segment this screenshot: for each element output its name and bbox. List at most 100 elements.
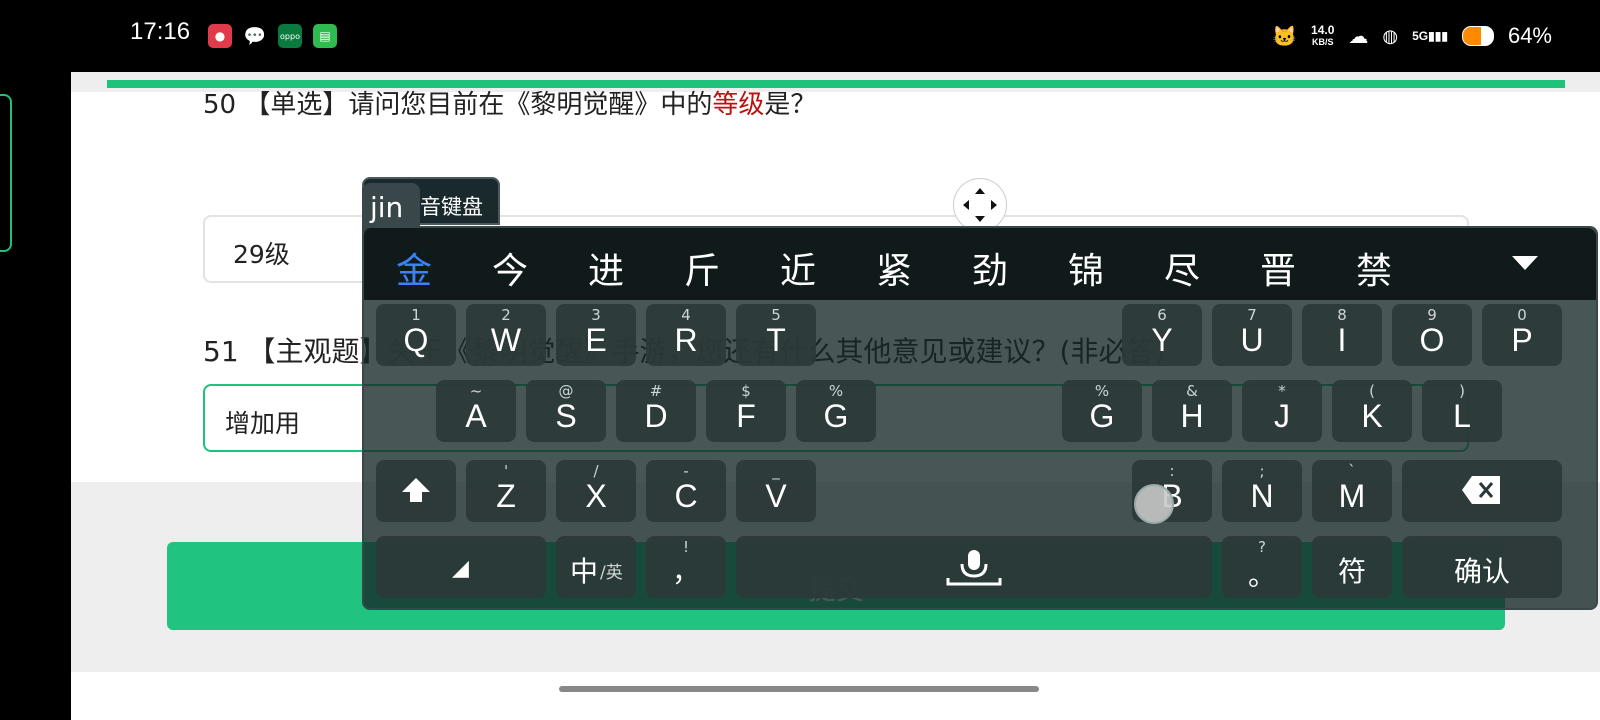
candidate-2[interactable]: 今 xyxy=(492,242,528,294)
key-x[interactable]: / X xyxy=(556,460,636,522)
net-speed: 14.0 KB/S xyxy=(1311,23,1335,47)
key-main-label: J xyxy=(1274,398,1290,434)
expand-candidates-icon[interactable] xyxy=(1510,254,1540,276)
home-indicator[interactable] xyxy=(559,686,1039,692)
key-main-label: R xyxy=(674,322,698,358)
candidate-3[interactable]: 进 xyxy=(588,242,624,294)
key-main-label: I xyxy=(1337,322,1347,358)
key-q[interactable]: 1Q xyxy=(376,304,456,366)
key-main-label: H xyxy=(1180,398,1204,434)
shift-key[interactable] xyxy=(376,460,456,522)
confirm-key[interactable]: 确认 xyxy=(1402,536,1562,598)
key-main-label: S xyxy=(555,398,577,434)
key-i[interactable]: 8I xyxy=(1302,304,1382,366)
key-main-label: C xyxy=(674,478,698,514)
key-main-label: D xyxy=(644,398,668,434)
candidate-5[interactable]: 近 xyxy=(780,242,816,294)
key-main-label: L xyxy=(1453,398,1471,434)
battery-percent: 64% xyxy=(1507,23,1552,48)
question-50-title: 50 【单选】请问您目前在《黎明觉醒》中的等级是？ xyxy=(203,90,817,120)
side-edge-handle[interactable] xyxy=(0,94,12,252)
key-o[interactable]: 9O xyxy=(1392,304,1472,366)
key-f[interactable]: $ F xyxy=(706,380,786,442)
oppo-icon: oppo xyxy=(278,24,302,48)
move-icon[interactable] xyxy=(953,178,1007,232)
candidate-4[interactable]: 斤 xyxy=(684,242,720,294)
key-z[interactable]: ' Z xyxy=(466,460,546,522)
emoji-punct-key[interactable]: ◢ xyxy=(376,536,546,598)
key-t[interactable]: 5T xyxy=(736,304,816,366)
key-g[interactable]: % G xyxy=(796,380,876,442)
key-v[interactable]: _ V xyxy=(736,460,816,522)
candidate-6[interactable]: 紧 xyxy=(876,242,912,294)
shift-icon xyxy=(400,476,432,508)
key-main-label: Z xyxy=(496,478,516,514)
vibrate-icon: ◍ xyxy=(1382,25,1399,46)
floating-keyboard: 金 今 进 斤 近 紧 劲 锦 尽 晋 禁 1Q2W3E4R5T 6Y7U8I9O… xyxy=(362,226,1598,610)
key-main-label: O xyxy=(1419,322,1445,358)
period-main: 。 xyxy=(1247,559,1276,592)
key-main-label: M xyxy=(1338,478,1366,514)
key-main-label: K xyxy=(1361,398,1383,434)
key-main-label: Y xyxy=(1151,322,1173,358)
key-w[interactable]: 2W xyxy=(466,304,546,366)
key-main-label: N xyxy=(1250,478,1274,514)
status-right-group: 🐱 14.0 KB/S ☁ ◍ 5G▮▮▮ 64% xyxy=(1272,18,1552,54)
comma-mark-icon: ◢ xyxy=(452,556,469,581)
key-k[interactable]: (K xyxy=(1332,380,1412,442)
candidate-9[interactable]: 尽 xyxy=(1164,242,1200,294)
key-main-label: G xyxy=(1089,398,1115,434)
microphone-icon xyxy=(946,548,1002,592)
key-r[interactable]: 4R xyxy=(646,304,726,366)
key-m[interactable]: ` M xyxy=(1312,460,1392,522)
candidate-7[interactable]: 劲 xyxy=(972,242,1008,294)
pinyin-text: jin xyxy=(370,191,404,224)
comma-main: ， xyxy=(671,555,700,588)
battery-icon xyxy=(1461,26,1494,46)
key-n[interactable]: ; N xyxy=(1222,460,1302,522)
key-l[interactable]: ) L xyxy=(1422,380,1502,442)
bottom-bar xyxy=(71,672,1600,720)
key-h[interactable]: & H xyxy=(1152,380,1232,442)
comma-key[interactable]: ! ， xyxy=(646,536,726,598)
candidate-8[interactable]: 锦 xyxy=(1068,242,1104,294)
key-j[interactable]: * J xyxy=(1242,380,1322,442)
confirm-label: 确认 xyxy=(1453,555,1510,588)
key-e[interactable]: 3E xyxy=(556,304,636,366)
backspace-key[interactable] xyxy=(1402,460,1562,522)
key-c[interactable]: -C xyxy=(646,460,726,522)
key-main-label: X xyxy=(585,478,607,514)
language-switch-key[interactable]: 中 /英 xyxy=(556,536,636,598)
key-a[interactable]: ~ A xyxy=(436,380,516,442)
signal-icon: 5G▮▮▮ xyxy=(1412,29,1448,43)
candidate-11[interactable]: 禁 xyxy=(1356,242,1392,294)
keyboard-mode-label: 音键盘 xyxy=(420,195,483,219)
key-d[interactable]: # D xyxy=(616,380,696,442)
suggestion-input-value: 增加用 xyxy=(225,409,301,438)
lang-main: 中 xyxy=(570,555,599,588)
symbols-key[interactable]: 符 xyxy=(1312,536,1392,598)
key-s[interactable]: @ S xyxy=(526,380,606,442)
period-key[interactable]: ? 。 xyxy=(1222,536,1302,598)
candidate-1[interactable]: 金 xyxy=(396,242,432,294)
space-key[interactable] xyxy=(736,536,1212,598)
lang-alt: /英 xyxy=(600,563,623,583)
symbols-label: 符 xyxy=(1337,555,1366,588)
key-main-label: U xyxy=(1240,322,1264,358)
candidate-10[interactable]: 晋 xyxy=(1260,242,1296,294)
cat-icon: 🐱 xyxy=(1272,25,1298,48)
key-main-label: A xyxy=(465,398,487,434)
key-main-label: F xyxy=(736,398,756,434)
backspace-icon xyxy=(1460,474,1502,510)
key-y[interactable]: 6Y xyxy=(1122,304,1202,366)
wifi-cloud-icon: ☁ xyxy=(1348,25,1369,48)
key-main-label: G xyxy=(823,398,849,434)
level-select-value: 29级 xyxy=(233,240,290,269)
key-p[interactable]: 0P xyxy=(1482,304,1562,366)
key-main-label: V xyxy=(765,478,787,514)
key-main-label: E xyxy=(585,322,607,358)
store-icon: ▤ xyxy=(313,24,337,48)
key-g[interactable]: % G xyxy=(1062,380,1142,442)
key-u[interactable]: 7U xyxy=(1212,304,1292,366)
key-main-label: Q xyxy=(403,322,429,358)
